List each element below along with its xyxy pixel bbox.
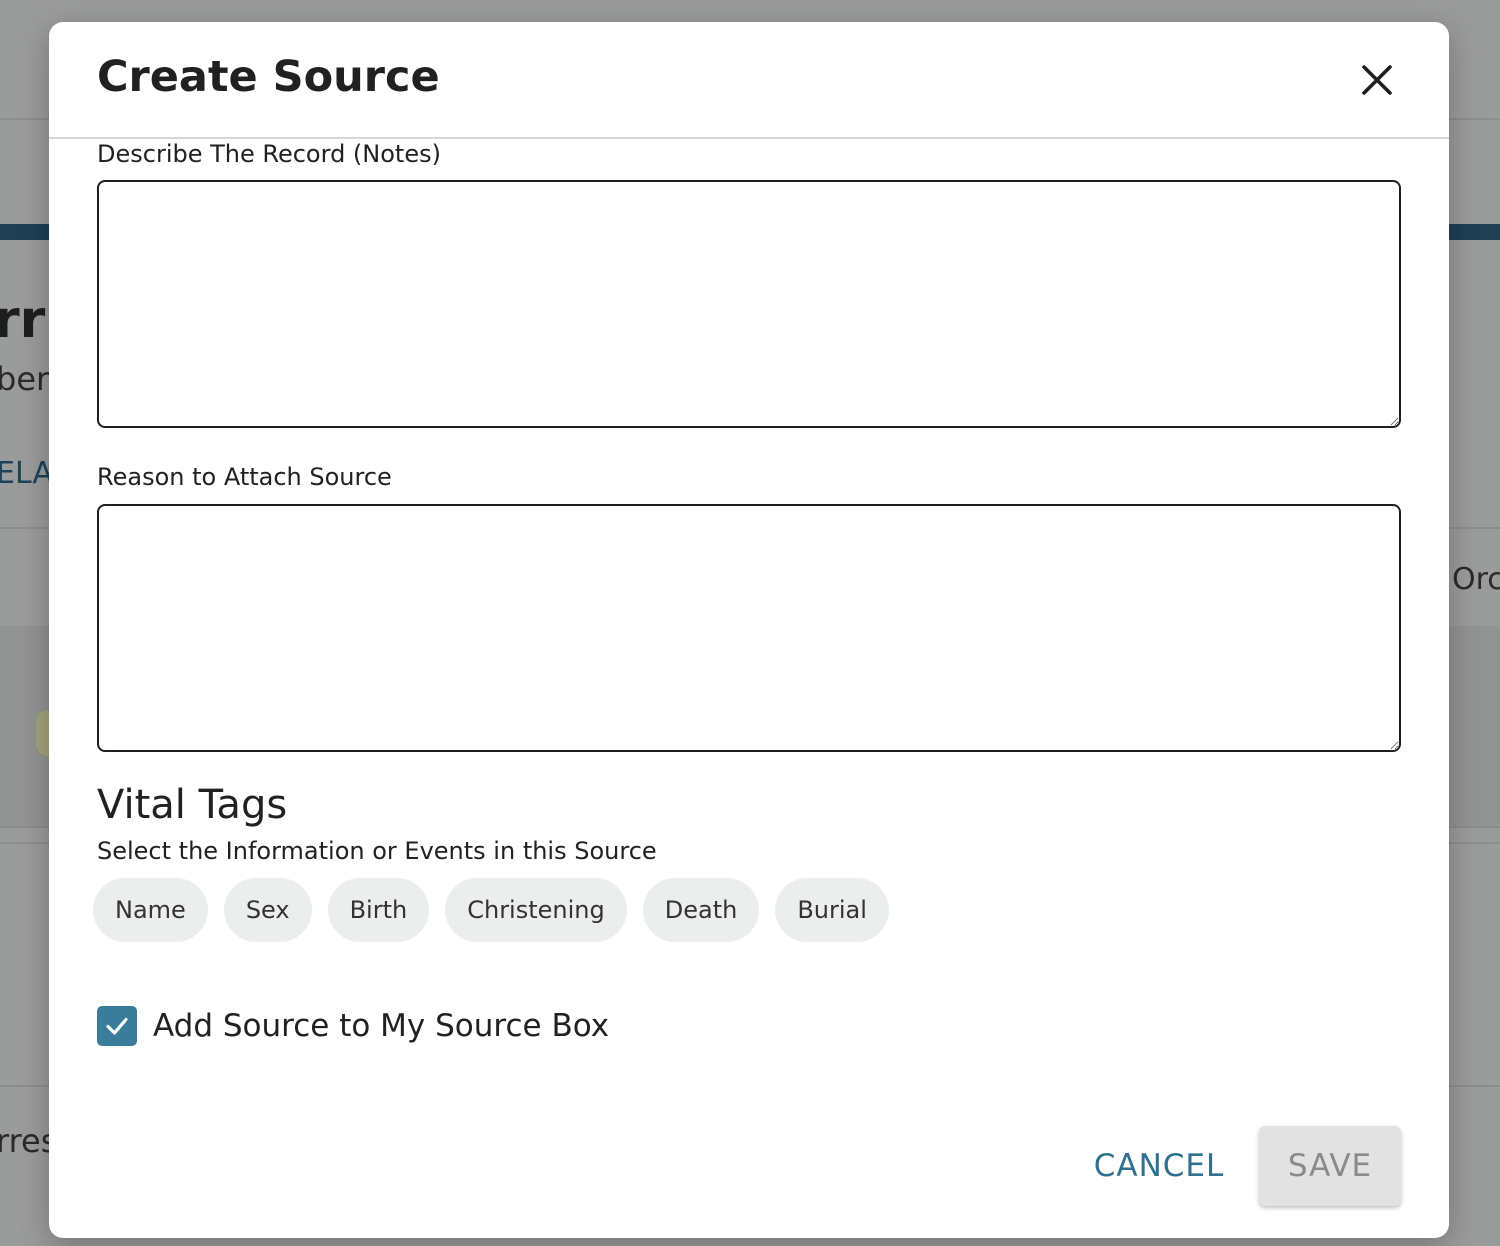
checkmark-icon	[106, 1017, 128, 1035]
cancel-button[interactable]: CANCEL	[1071, 1126, 1247, 1206]
create-source-dialog: Create Source Describe The Record (Notes…	[49, 22, 1449, 1238]
source-box-checkbox[interactable]	[97, 1006, 137, 1046]
tag-christening[interactable]: Christening	[445, 878, 627, 942]
source-box-option: Add Source to My Source Box	[97, 1006, 609, 1046]
notes-textarea[interactable]	[97, 180, 1401, 428]
close-icon	[1362, 65, 1392, 95]
bg-right-label: Orc	[1452, 562, 1500, 597]
vital-tags-title: Vital Tags	[97, 782, 288, 828]
save-button[interactable]: SAVE	[1259, 1126, 1401, 1206]
bg-person-details: ber	[0, 360, 50, 398]
tag-sex[interactable]: Sex	[223, 878, 312, 942]
dialog-title: Create Source	[97, 52, 440, 102]
dialog-header: Create Source	[49, 22, 1449, 139]
tag-birth[interactable]: Birth	[327, 878, 430, 942]
vital-tags-list: Name Sex Birth Christening Death Burial	[93, 878, 889, 942]
reason-label: Reason to Attach Source	[97, 463, 392, 491]
close-button[interactable]	[1355, 58, 1399, 102]
tag-burial[interactable]: Burial	[775, 878, 889, 942]
notes-label: Describe The Record (Notes)	[97, 140, 441, 168]
source-box-label[interactable]: Add Source to My Source Box	[153, 1008, 609, 1044]
tag-name[interactable]: Name	[93, 878, 208, 942]
reason-textarea[interactable]	[97, 504, 1401, 752]
tag-death[interactable]: Death	[642, 878, 760, 942]
bg-person-name: rr	[0, 290, 46, 350]
vital-tags-subtitle: Select the Information or Events in this…	[97, 837, 657, 865]
